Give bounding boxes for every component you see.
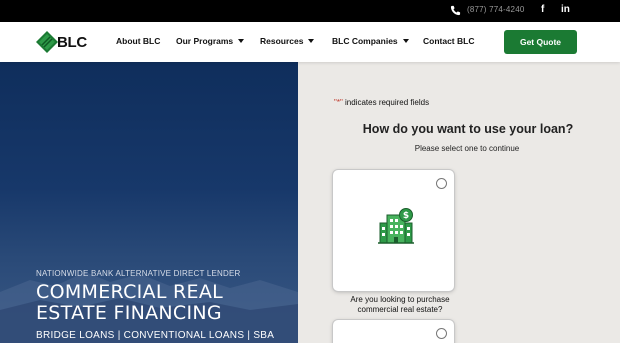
building-dollar-icon: $ (378, 208, 414, 244)
nav-item-about[interactable]: About BLC (116, 36, 160, 46)
top-utility-bar: (877) 774-4240 f in (0, 0, 620, 22)
nav-item-our-programs[interactable]: Our Programs (176, 36, 245, 46)
required-text: indicates required fields (342, 98, 430, 107)
nav-item-resources[interactable]: Resources (260, 36, 315, 46)
option-radio[interactable] (436, 328, 447, 339)
option-card-next[interactable] (333, 320, 454, 343)
logo-text: BLC (57, 34, 87, 51)
facebook-icon[interactable]: f (541, 4, 544, 15)
nav-item-label: About BLC (116, 36, 161, 46)
option-label-purchase: Are you looking to purchase commercial r… (350, 295, 450, 314)
form-instruction: Please select one to continue (414, 144, 520, 153)
svg-text:$: $ (403, 211, 409, 221)
option-card-purchase[interactable]: $ (333, 170, 454, 291)
nav-item-label: Resources (260, 36, 304, 46)
nav-item-contact[interactable]: Contact BLC (423, 36, 474, 46)
hero-subheading: BRIDGE LOANS | CONVENTIONAL LOANS | SBA (36, 330, 275, 341)
hero-heading: COMMERCIAL REAL ESTATE FINANCING (36, 282, 223, 324)
hero-tagline: NATIONWIDE BANK ALTERNATIVE DIRECT LENDE… (36, 269, 241, 278)
nav-item-blc-companies[interactable]: BLC Companies (332, 36, 409, 46)
phone-number-link[interactable]: (877) 774-4240 (467, 5, 525, 14)
get-quote-button[interactable]: Get Quote (504, 30, 577, 54)
option-radio[interactable] (436, 178, 447, 189)
chevron-down-icon (238, 39, 245, 43)
linkedin-icon[interactable]: in (561, 4, 570, 15)
main-navigation: BLC About BLC Our Programs Resources BLC… (0, 22, 620, 62)
required-fields-note: "*" indicates required fields (334, 98, 429, 107)
blc-logo-mark-icon (36, 31, 58, 53)
loan-form-panel: "*" indicates required fields How do you… (298, 62, 620, 343)
blc-logo[interactable]: BLC (36, 31, 96, 53)
required-star: "*" (334, 98, 343, 107)
phone-icon (450, 5, 461, 16)
hero-section: NATIONWIDE BANK ALTERNATIVE DIRECT LENDE… (0, 62, 298, 343)
nav-item-label: Our Programs (176, 36, 234, 46)
nav-item-label: Contact BLC (423, 36, 475, 46)
hero-heading-line-1: COMMERCIAL REAL (36, 281, 224, 303)
form-question: How do you want to use your loan? (362, 122, 574, 136)
chevron-down-icon (402, 39, 409, 43)
hero-heading-line-2: ESTATE FINANCING (36, 302, 222, 324)
nav-item-label: BLC Companies (332, 36, 398, 46)
chevron-down-icon (308, 39, 315, 43)
